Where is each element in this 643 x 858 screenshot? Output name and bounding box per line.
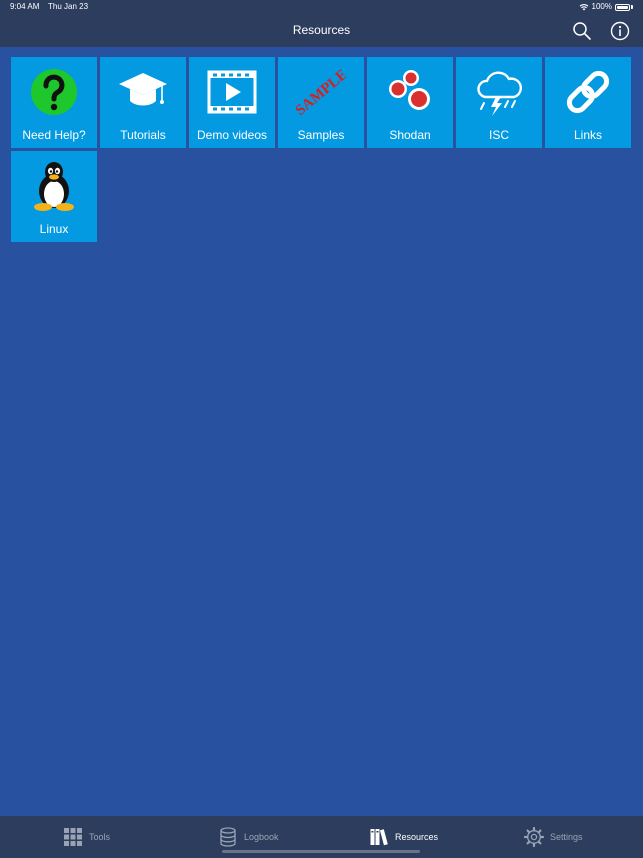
navigation-bar: Resources	[0, 14, 643, 47]
tab-tools[interactable]: Tools	[63, 816, 110, 858]
video-icon	[207, 70, 257, 114]
home-indicator[interactable]	[222, 850, 420, 853]
tux-penguin-icon	[34, 162, 74, 211]
gear-icon	[524, 827, 544, 847]
tile-label: Demo videos	[196, 128, 268, 142]
battery-tip	[631, 5, 633, 9]
battery-percent: 100%	[591, 2, 612, 11]
question-icon	[31, 69, 77, 115]
link-chain-icon	[566, 70, 610, 114]
tile-samples[interactable]: SAMPLE Samples	[278, 57, 364, 148]
tile-links[interactable]: Links	[545, 57, 631, 148]
tile-label: Samples	[297, 128, 345, 142]
page-title: Resources	[292, 23, 351, 37]
grid-icon	[64, 828, 82, 846]
tile-label: Links	[573, 128, 602, 142]
database-icon	[220, 827, 236, 847]
tab-label: Logbook	[244, 832, 279, 842]
battery-icon	[615, 3, 630, 11]
tab-label: Tools	[89, 832, 111, 842]
status-bar: 9:04 AM Thu Jan 23 100%	[0, 0, 643, 14]
stamp-text: SAMPLE	[296, 67, 346, 117]
tile-label: ISC	[488, 128, 509, 142]
tile-label: Tutorials	[120, 128, 166, 142]
info-icon[interactable]	[609, 20, 631, 42]
tile-need-help[interactable]: Need Help?	[11, 57, 97, 148]
wifi-icon	[579, 4, 588, 11]
graduation-cap-icon	[119, 73, 167, 106]
tile-label: Linux	[39, 222, 69, 236]
status-date: Thu Jan 23	[48, 2, 89, 11]
tab-settings[interactable]: Settings	[524, 816, 583, 858]
tile-demo-videos[interactable]: Demo videos	[189, 57, 275, 148]
storm-cloud-icon	[477, 71, 523, 116]
status-time: 9:04 AM	[10, 2, 40, 11]
search-icon[interactable]	[571, 20, 593, 42]
tile-shodan[interactable]: Shodan	[367, 57, 453, 148]
status-indicators: 100%	[579, 0, 633, 14]
sample-stamp-icon: SAMPLE	[296, 67, 346, 117]
tile-isc[interactable]: ISC	[456, 57, 542, 148]
tab-label: Resources	[395, 832, 439, 842]
books-icon	[370, 829, 388, 846]
tile-tutorials[interactable]: Tutorials	[100, 57, 186, 148]
tile-label: Need Help?	[22, 128, 86, 142]
tile-linux[interactable]: Linux	[11, 151, 97, 242]
tab-label: Settings	[550, 832, 583, 842]
shodan-icon	[389, 70, 430, 110]
tile-label: Shodan	[389, 128, 431, 142]
